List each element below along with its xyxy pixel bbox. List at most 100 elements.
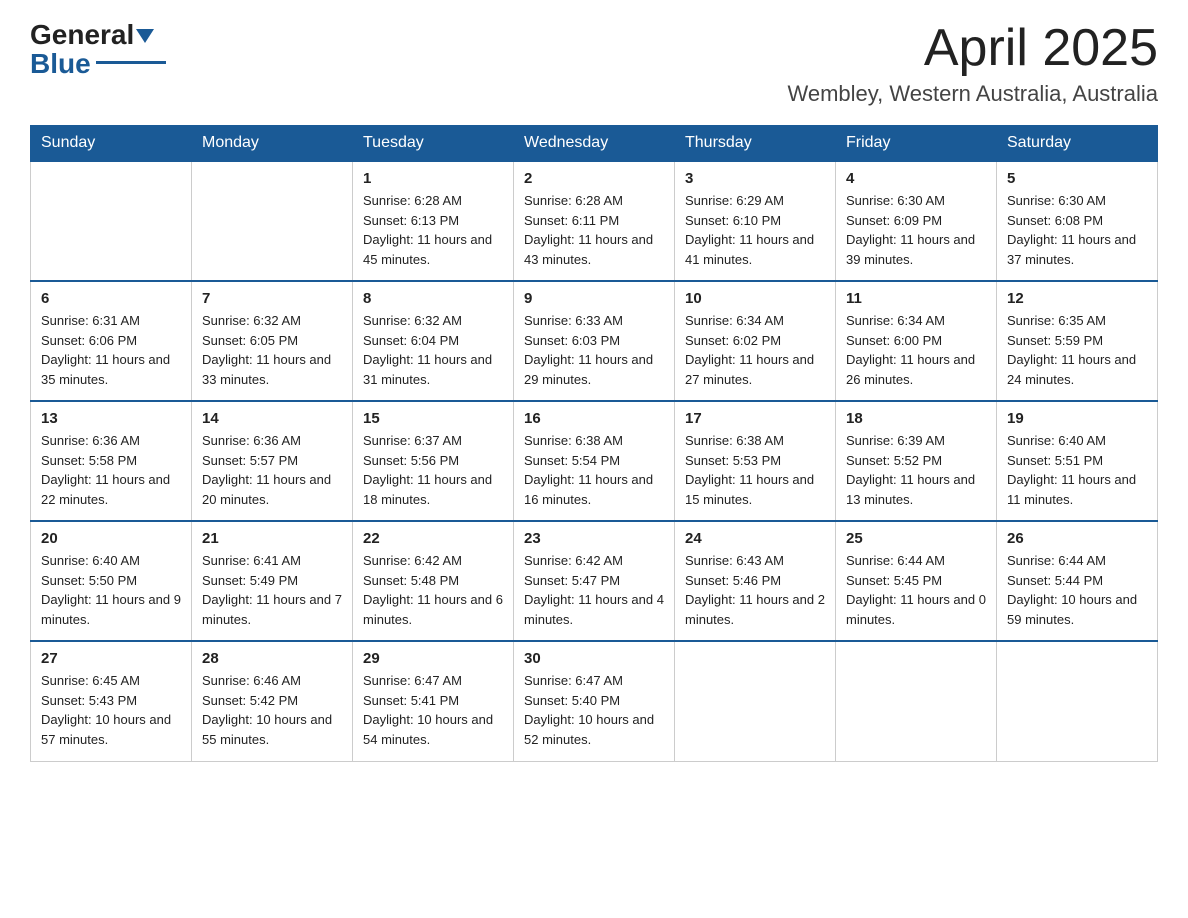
day-info: Sunrise: 6:30 AM Sunset: 6:09 PM Dayligh…: [846, 191, 986, 269]
col-wednesday: Wednesday: [514, 126, 675, 162]
calendar-cell: 27 Sunrise: 6:45 AM Sunset: 5:43 PM Dayli…: [31, 641, 192, 761]
col-tuesday: Tuesday: [353, 126, 514, 162]
day-info: Sunrise: 6:46 AM Sunset: 5:42 PM Dayligh…: [202, 671, 342, 749]
day-info: Sunrise: 6:36 AM Sunset: 5:57 PM Dayligh…: [202, 431, 342, 509]
calendar-cell: 7 Sunrise: 6:32 AM Sunset: 6:05 PM Daylig…: [192, 281, 353, 401]
day-number: 15: [363, 410, 503, 427]
day-number: 29: [363, 650, 503, 667]
day-number: 2: [524, 170, 664, 187]
day-info: Sunrise: 6:35 AM Sunset: 5:59 PM Dayligh…: [1007, 311, 1147, 389]
day-info: Sunrise: 6:32 AM Sunset: 6:05 PM Dayligh…: [202, 311, 342, 389]
day-number: 13: [41, 410, 181, 427]
day-info: Sunrise: 6:44 AM Sunset: 5:44 PM Dayligh…: [1007, 551, 1147, 629]
location-text: Wembley, Western Australia, Australia: [788, 81, 1159, 107]
day-info: Sunrise: 6:39 AM Sunset: 5:52 PM Dayligh…: [846, 431, 986, 509]
day-info: Sunrise: 6:38 AM Sunset: 5:54 PM Dayligh…: [524, 431, 664, 509]
calendar-cell: 10 Sunrise: 6:34 AM Sunset: 6:02 PM Dayli…: [675, 281, 836, 401]
col-monday: Monday: [192, 126, 353, 162]
calendar-cell: 4 Sunrise: 6:30 AM Sunset: 6:09 PM Daylig…: [836, 161, 997, 281]
day-info: Sunrise: 6:34 AM Sunset: 6:02 PM Dayligh…: [685, 311, 825, 389]
calendar-cell: [675, 641, 836, 761]
calendar-cell: 18 Sunrise: 6:39 AM Sunset: 5:52 PM Dayli…: [836, 401, 997, 521]
day-number: 10: [685, 290, 825, 307]
day-number: 21: [202, 530, 342, 547]
day-number: 24: [685, 530, 825, 547]
calendar-cell: 15 Sunrise: 6:37 AM Sunset: 5:56 PM Dayli…: [353, 401, 514, 521]
calendar-cell: 20 Sunrise: 6:40 AM Sunset: 5:50 PM Dayli…: [31, 521, 192, 641]
day-info: Sunrise: 6:45 AM Sunset: 5:43 PM Dayligh…: [41, 671, 181, 749]
calendar-week-row: 13 Sunrise: 6:36 AM Sunset: 5:58 PM Dayli…: [31, 401, 1158, 521]
day-number: 9: [524, 290, 664, 307]
calendar-table: Sunday Monday Tuesday Wednesday Thursday…: [30, 125, 1158, 762]
calendar-cell: [31, 161, 192, 281]
day-info: Sunrise: 6:47 AM Sunset: 5:40 PM Dayligh…: [524, 671, 664, 749]
day-info: Sunrise: 6:30 AM Sunset: 6:08 PM Dayligh…: [1007, 191, 1147, 269]
calendar-cell: 14Sunrise: 6:36 AM Sunset: 5:57 PM Dayli…: [192, 401, 353, 521]
day-number: 23: [524, 530, 664, 547]
day-info: Sunrise: 6:36 AM Sunset: 5:58 PM Dayligh…: [41, 431, 181, 509]
day-number: 4: [846, 170, 986, 187]
day-number: 19: [1007, 410, 1147, 427]
title-block: April 2025 Wembley, Western Australia, A…: [788, 20, 1159, 107]
day-info: Sunrise: 6:33 AM Sunset: 6:03 PM Dayligh…: [524, 311, 664, 389]
day-info: Sunrise: 6:32 AM Sunset: 6:04 PM Dayligh…: [363, 311, 503, 389]
day-number: 18: [846, 410, 986, 427]
calendar-cell: 29 Sunrise: 6:47 AM Sunset: 5:41 PM Dayli…: [353, 641, 514, 761]
calendar-cell: [192, 161, 353, 281]
calendar-cell: 2 Sunrise: 6:28 AM Sunset: 6:11 PM Daylig…: [514, 161, 675, 281]
day-number: 8: [363, 290, 503, 307]
day-info: Sunrise: 6:40 AM Sunset: 5:51 PM Dayligh…: [1007, 431, 1147, 509]
col-sunday: Sunday: [31, 126, 192, 162]
calendar-week-row: 1Sunrise: 6:28 AM Sunset: 6:13 PM Daylig…: [31, 161, 1158, 281]
day-number: 17: [685, 410, 825, 427]
day-number: 27: [41, 650, 181, 667]
day-info: Sunrise: 6:28 AM Sunset: 6:11 PM Dayligh…: [524, 191, 664, 269]
day-info: Sunrise: 6:31 AM Sunset: 6:06 PM Dayligh…: [41, 311, 181, 389]
col-thursday: Thursday: [675, 126, 836, 162]
day-number: 28: [202, 650, 342, 667]
calendar-cell: [836, 641, 997, 761]
calendar-cell: 13 Sunrise: 6:36 AM Sunset: 5:58 PM Dayli…: [31, 401, 192, 521]
calendar-cell: 19 Sunrise: 6:40 AM Sunset: 5:51 PM Dayli…: [997, 401, 1158, 521]
day-number: 22: [363, 530, 503, 547]
calendar-cell: 30 Sunrise: 6:47 AM Sunset: 5:40 PM Dayli…: [514, 641, 675, 761]
calendar-cell: 12 Sunrise: 6:35 AM Sunset: 5:59 PM Dayli…: [997, 281, 1158, 401]
calendar-cell: [997, 641, 1158, 761]
calendar-cell: 9 Sunrise: 6:33 AM Sunset: 6:03 PM Daylig…: [514, 281, 675, 401]
calendar-week-row: 20 Sunrise: 6:40 AM Sunset: 5:50 PM Dayli…: [31, 521, 1158, 641]
calendar-cell: 3Sunrise: 6:29 AM Sunset: 6:10 PM Daylig…: [675, 161, 836, 281]
day-number: 16: [524, 410, 664, 427]
day-number: 5: [1007, 170, 1147, 187]
calendar-cell: 24 Sunrise: 6:43 AM Sunset: 5:46 PM Dayli…: [675, 521, 836, 641]
day-info: Sunrise: 6:42 AM Sunset: 5:47 PM Dayligh…: [524, 551, 664, 629]
day-info: Sunrise: 6:41 AM Sunset: 5:49 PM Dayligh…: [202, 551, 342, 629]
calendar-cell: 23 Sunrise: 6:42 AM Sunset: 5:47 PM Dayli…: [514, 521, 675, 641]
day-number: 30: [524, 650, 664, 667]
day-number: 11: [846, 290, 986, 307]
day-number: 7: [202, 290, 342, 307]
day-info: Sunrise: 6:43 AM Sunset: 5:46 PM Dayligh…: [685, 551, 825, 629]
day-number: 6: [41, 290, 181, 307]
calendar-cell: 11Sunrise: 6:34 AM Sunset: 6:00 PM Dayli…: [836, 281, 997, 401]
col-friday: Friday: [836, 126, 997, 162]
day-info: Sunrise: 6:37 AM Sunset: 5:56 PM Dayligh…: [363, 431, 503, 509]
day-number: 1: [363, 170, 503, 187]
day-info: Sunrise: 6:29 AM Sunset: 6:10 PM Dayligh…: [685, 191, 825, 269]
calendar-cell: 5 Sunrise: 6:30 AM Sunset: 6:08 PM Daylig…: [997, 161, 1158, 281]
calendar-cell: 26 Sunrise: 6:44 AM Sunset: 5:44 PM Dayli…: [997, 521, 1158, 641]
calendar-week-row: 6 Sunrise: 6:31 AM Sunset: 6:06 PM Daylig…: [31, 281, 1158, 401]
day-info: Sunrise: 6:44 AM Sunset: 5:45 PM Dayligh…: [846, 551, 986, 629]
calendar-cell: 22Sunrise: 6:42 AM Sunset: 5:48 PM Dayli…: [353, 521, 514, 641]
calendar-cell: 25 Sunrise: 6:44 AM Sunset: 5:45 PM Dayli…: [836, 521, 997, 641]
day-number: 12: [1007, 290, 1147, 307]
day-number: 26: [1007, 530, 1147, 547]
day-number: 20: [41, 530, 181, 547]
calendar-cell: 8 Sunrise: 6:32 AM Sunset: 6:04 PM Daylig…: [353, 281, 514, 401]
day-info: Sunrise: 6:40 AM Sunset: 5:50 PM Dayligh…: [41, 551, 181, 629]
day-info: Sunrise: 6:47 AM Sunset: 5:41 PM Dayligh…: [363, 671, 503, 749]
month-title: April 2025: [788, 20, 1159, 77]
day-number: 25: [846, 530, 986, 547]
calendar-cell: 21 Sunrise: 6:41 AM Sunset: 5:49 PM Dayli…: [192, 521, 353, 641]
calendar-cell: 28 Sunrise: 6:46 AM Sunset: 5:42 PM Dayli…: [192, 641, 353, 761]
logo: General Blue: [30, 20, 166, 80]
